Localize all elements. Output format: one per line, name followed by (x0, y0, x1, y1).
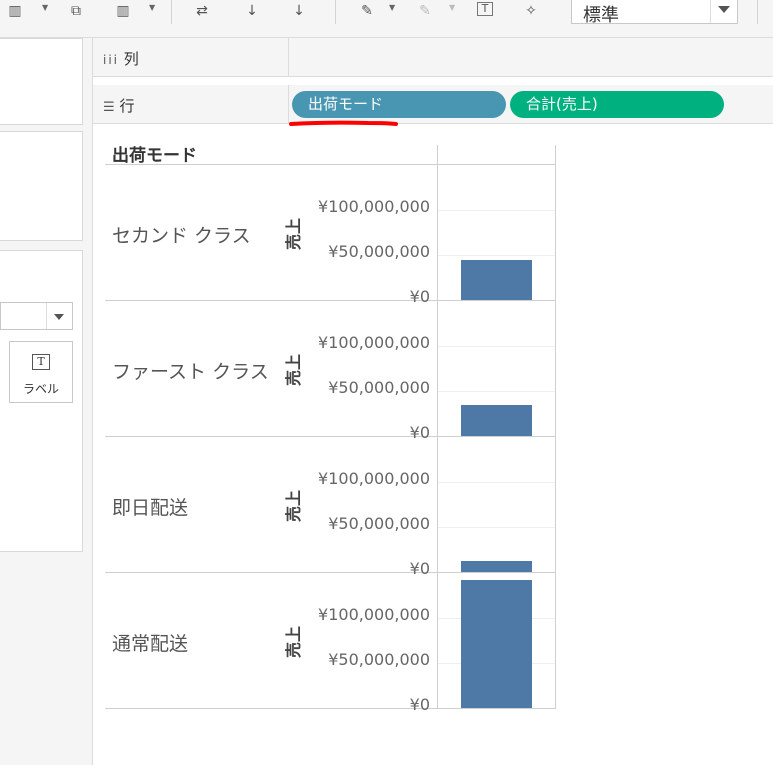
category-label: セカンド クラス (112, 225, 251, 247)
pages-card (0, 38, 83, 125)
chevron-down-icon[interactable]: ▼ (389, 3, 395, 12)
columns-shelf-label: iii 列 (103, 48, 139, 69)
y-tick-label: ¥50,000,000 (328, 242, 430, 261)
y-tick-label: ¥100,000,000 (318, 605, 430, 624)
y-tick-label: ¥0 (409, 287, 430, 306)
pin-icon[interactable]: ✧ (522, 3, 540, 19)
y-tick-label: ¥100,000,000 (318, 197, 430, 216)
chevron-down-icon[interactable] (710, 0, 737, 23)
text-label-icon[interactable]: T (477, 2, 493, 16)
rows-shelf: ☰ 行 出荷モード 合計(売上) (93, 85, 773, 124)
clear-sheet-icon[interactable]: ▥ (114, 3, 132, 19)
y-tick-label: ¥100,000,000 (318, 333, 430, 352)
fit-select-value: 標準 (583, 5, 619, 26)
pill-label: 合計(売上) (526, 95, 598, 113)
gridline (438, 482, 555, 483)
axis-title: 売上 (284, 626, 303, 659)
chevron-down-icon[interactable]: ▼ (449, 3, 455, 12)
pane-divider (437, 145, 438, 708)
y-tick-label: ¥50,000,000 (328, 514, 430, 533)
y-tick-label: ¥0 (409, 423, 430, 442)
filters-card (0, 131, 83, 241)
gridline (438, 255, 555, 256)
add-sheet-icon[interactable]: ▥ (6, 3, 24, 19)
y-tick-label: ¥0 (409, 695, 430, 714)
bar (461, 561, 532, 572)
category-label: 通常配送 (112, 633, 189, 655)
group-icon[interactable]: ✎ (416, 3, 434, 19)
gridline (438, 527, 555, 528)
mark-type-select[interactable] (0, 302, 73, 330)
label-button-text: ラベル (22, 382, 59, 396)
axis-title: 売上 (284, 354, 303, 387)
toolbar: ▥ ▼ ⧉ ▥ ▼ ⇄ ↓ ↓ ✎ ▼ ✎ ▼ T ✧ 標準 (0, 0, 773, 38)
gridline (438, 346, 555, 347)
bar (461, 580, 532, 708)
y-tick-label: ¥0 (409, 559, 430, 578)
pane-right-border (555, 145, 556, 708)
columns-shelf: iii 列 (93, 38, 773, 77)
row-header-title: 出荷モード (112, 146, 197, 166)
rows-icon: ☰ (103, 100, 115, 115)
rows-shelf-label: ☰ 行 (103, 95, 134, 116)
sort-descending-icon[interactable]: ↓ (290, 3, 308, 19)
y-tick-label: ¥100,000,000 (318, 469, 430, 488)
rows-pill-sum-sales[interactable]: 合計(売上) (510, 91, 724, 118)
columns-label-text: 列 (123, 50, 139, 68)
chevron-down-icon[interactable]: ▼ (42, 3, 48, 12)
columns-drop-area[interactable] (288, 38, 773, 76)
duplicate-sheet-icon[interactable]: ⧉ (67, 3, 85, 19)
category-label: 即日配送 (112, 497, 189, 519)
chevron-down-icon[interactable] (46, 303, 72, 329)
highlight-icon[interactable]: ✎ (358, 3, 376, 19)
category-label: ファースト クラス (112, 361, 269, 383)
text-label-icon: T (32, 354, 50, 370)
swap-icon[interactable]: ⇄ (193, 3, 211, 19)
gridline (438, 210, 555, 211)
chevron-down-icon[interactable]: ▼ (149, 3, 155, 12)
red-underline-annotation (289, 120, 398, 126)
y-tick-label: ¥50,000,000 (328, 650, 430, 669)
toolbar-divider (171, 0, 172, 24)
label-button[interactable]: T ラベル (9, 341, 73, 403)
left-panel: T ラベル (0, 38, 93, 765)
toolbar-divider (335, 0, 336, 24)
sort-ascending-icon[interactable]: ↓ (243, 3, 261, 19)
toolbar-divider (757, 0, 758, 24)
axis-title: 売上 (284, 218, 303, 251)
bar (461, 404, 532, 436)
pill-label: 出荷モード (308, 95, 384, 113)
header-line (105, 164, 556, 165)
y-tick-label: ¥50,000,000 (328, 378, 430, 397)
gridline (438, 391, 555, 392)
rows-label-text: 行 (119, 97, 135, 115)
axis-title: 売上 (284, 490, 303, 523)
bar (461, 259, 532, 300)
marks-card: T ラベル (0, 250, 83, 552)
fit-select[interactable]: 標準 (571, 0, 738, 26)
columns-icon: iii (103, 53, 120, 67)
rows-pill-ship-mode[interactable]: 出荷モード (292, 91, 506, 118)
